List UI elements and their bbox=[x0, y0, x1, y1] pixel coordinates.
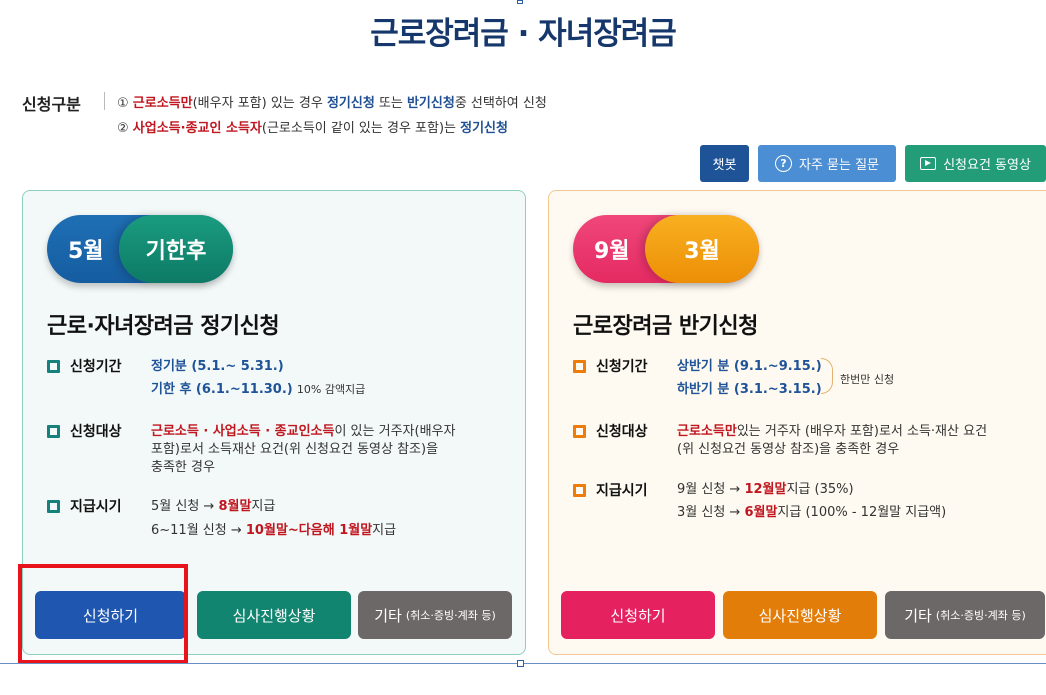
period-label: 신청기간 bbox=[47, 356, 122, 376]
period-second-half: 하반기 분 (3.1.~3.15.) bbox=[677, 382, 822, 397]
apply-type-label: 신청구분 bbox=[22, 95, 81, 114]
target-text: 근로소득 · 사업소득 · 종교인소득이 있는 거주자(배우자 포함)로서 소득… bbox=[151, 424, 456, 475]
faq-button[interactable]: ? 자주 묻는 질문 bbox=[758, 145, 896, 182]
target-label: 신청대상 bbox=[573, 421, 648, 441]
square-bullet-icon bbox=[47, 359, 60, 373]
question-circle-icon: ? bbox=[774, 155, 792, 172]
half-year-application-card: 9월 3월 근로장려금 반기신청 신청기간 상반기 분 (9.1.~9.15.)… bbox=[548, 190, 1046, 655]
square-bullet-icon bbox=[573, 424, 586, 438]
square-bullet-icon bbox=[47, 499, 60, 513]
payment-line-1: 5월 신청 → 8월말지급 bbox=[151, 499, 276, 514]
highlight-box bbox=[18, 564, 188, 664]
period-regular: 정기분 (5.1.~ 5.31.) bbox=[151, 359, 284, 374]
regular-period-pill: 5월 기한후 bbox=[47, 215, 233, 283]
brace-icon bbox=[821, 358, 833, 394]
regular-status-button[interactable]: 심사진행상황 bbox=[197, 591, 351, 639]
square-bullet-icon bbox=[573, 483, 586, 497]
target-label: 신청대상 bbox=[47, 421, 122, 441]
pill-march: 3월 bbox=[645, 215, 759, 283]
payment-line-1: 9월 신청 → 12월말지급 (35%) bbox=[677, 482, 854, 497]
period-label: 신청기간 bbox=[573, 356, 648, 376]
pill-late: 기한후 bbox=[119, 215, 233, 283]
period-late: 기한 후 (6.1.~11.30.) 10% 감액지급 bbox=[151, 382, 366, 397]
payment-line-2: 3월 신청 → 6월말지급 (100% - 12월말 지급액) bbox=[677, 505, 947, 520]
half-status-button[interactable]: 심사진행상황 bbox=[723, 591, 877, 639]
page-title: 근로장려금 · 자녀장려금 bbox=[370, 16, 677, 52]
bottom-anchor-handle bbox=[517, 660, 524, 667]
square-bullet-icon bbox=[573, 359, 586, 373]
half-etc-button[interactable]: 기타 (취소·증빙·계좌 등) bbox=[885, 591, 1045, 639]
once-only-note: 한번만 신청 bbox=[840, 373, 895, 386]
requirements-video-button[interactable]: 신청요건 동영상 bbox=[905, 145, 1046, 182]
card-title: 근로·자녀장려금 정기신청 bbox=[47, 314, 280, 339]
payment-line-2: 6~11월 신청 → 10월말~다음해 1월말지급 bbox=[151, 523, 397, 538]
half-period-pill: 9월 3월 bbox=[573, 215, 759, 283]
chatbot-button[interactable]: 챗봇 bbox=[700, 145, 749, 182]
half-apply-button[interactable]: 신청하기 bbox=[561, 591, 715, 639]
period-first-half: 상반기 분 (9.1.~9.15.) bbox=[677, 359, 822, 374]
payment-label: 지급시기 bbox=[573, 480, 648, 500]
card-title: 근로장려금 반기신청 bbox=[573, 314, 758, 339]
square-bullet-icon bbox=[47, 424, 60, 438]
target-text: 근로소득만있는 거주자 (배우자 포함)로서 소득·재산 요건 (위 신청요건 … bbox=[677, 424, 988, 457]
apply-type-divider bbox=[104, 92, 105, 110]
regular-etc-button[interactable]: 기타 (취소·증빙·계좌 등) bbox=[358, 591, 512, 639]
play-icon bbox=[920, 157, 937, 170]
payment-label: 지급시기 bbox=[47, 496, 122, 516]
top-anchor-handle bbox=[517, 0, 523, 4]
apply-rule-1: ① 근로소득만(배우자 포함) 있는 경우 정기신청 또는 반기신청중 선택하여… bbox=[117, 96, 547, 111]
apply-rule-2: ② 사업소득·종교인 소득자(근로소득이 같이 있는 경우 포함)는 정기신청 bbox=[117, 121, 508, 136]
